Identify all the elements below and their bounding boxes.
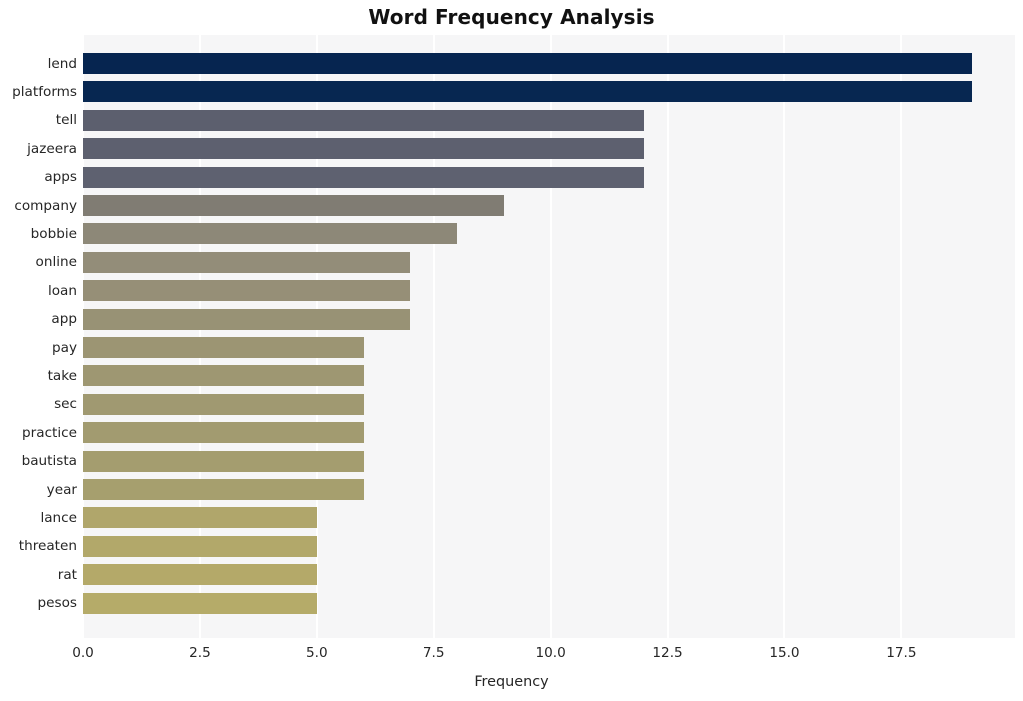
bar-row[interactable] xyxy=(83,393,364,415)
x-tick-label-17.5: 17.5 xyxy=(886,645,917,661)
bar-row[interactable] xyxy=(83,564,317,586)
y-tick-label-bautista: bautista xyxy=(21,453,77,470)
bar-tell[interactable] xyxy=(83,109,645,131)
bar-practice[interactable] xyxy=(83,422,364,444)
y-tick-label-year: year xyxy=(46,481,77,498)
bar-threaten[interactable] xyxy=(83,535,317,557)
bar-row[interactable] xyxy=(83,280,411,302)
bar-row[interactable] xyxy=(83,166,645,188)
bar-take[interactable] xyxy=(83,365,364,387)
y-axis-tick-labels: lend platforms tell jazeera apps company bobbi… xyxy=(0,35,77,638)
bar-row[interactable] xyxy=(83,138,645,160)
bar-loan[interactable] xyxy=(83,280,411,302)
bar-row[interactable] xyxy=(83,365,364,387)
bar-row[interactable] xyxy=(83,223,458,245)
y-tick-label-platforms: platforms xyxy=(12,83,77,100)
chart-figure: Word Frequency Analysis lend platforms tel… xyxy=(0,0,1023,701)
bar-row[interactable] xyxy=(83,81,972,103)
y-tick-label-rat: rat xyxy=(57,566,77,583)
bar-platforms[interactable] xyxy=(83,81,972,103)
y-tick-label-tell: tell xyxy=(55,112,77,129)
bar-row[interactable] xyxy=(83,109,645,131)
x-tick-label-12.5: 12.5 xyxy=(652,645,683,661)
bar-rat[interactable] xyxy=(83,564,317,586)
bar-bobbie[interactable] xyxy=(83,223,458,245)
bar-company[interactable] xyxy=(83,195,504,216)
x-tick-label-0.0: 0.0 xyxy=(72,645,94,661)
bar-row[interactable] xyxy=(83,535,317,557)
y-tick-label-take: take xyxy=(47,367,77,384)
bar-row[interactable] xyxy=(83,450,364,472)
plot-area xyxy=(82,35,1015,638)
x-tick-label-10.0: 10.0 xyxy=(535,645,566,661)
y-tick-label-loan: loan xyxy=(47,282,77,299)
bar-row[interactable] xyxy=(83,422,364,444)
y-tick-label-pay: pay xyxy=(51,339,77,356)
y-tick-label-lend: lend xyxy=(47,55,77,72)
y-tick-label-apps: apps xyxy=(44,169,77,186)
bar-row[interactable] xyxy=(83,195,504,216)
bar-lend[interactable] xyxy=(83,53,972,74)
bar-pesos[interactable] xyxy=(83,592,317,614)
y-tick-label-company: company xyxy=(14,197,77,214)
bar-apps[interactable] xyxy=(83,166,645,188)
x-axis-tick-labels: 0.0 2.5 5.0 7.5 10.0 12.5 15.0 17.5 xyxy=(0,645,1023,667)
y-tick-label-threaten: threaten xyxy=(18,538,77,555)
y-tick-label-app: app xyxy=(51,311,77,328)
bar-year[interactable] xyxy=(83,479,364,500)
x-tick-label-7.5: 7.5 xyxy=(422,645,445,661)
bars-layer xyxy=(83,35,1015,638)
bar-row[interactable] xyxy=(83,592,317,614)
y-tick-label-bobbie: bobbie xyxy=(30,225,77,242)
x-tick-label-2.5: 2.5 xyxy=(189,645,211,661)
bar-online[interactable] xyxy=(83,251,411,273)
bar-row[interactable] xyxy=(83,53,972,74)
page-title: Word Frequency Analysis xyxy=(368,5,655,29)
y-tick-label-sec: sec xyxy=(54,396,77,413)
bar-pay[interactable] xyxy=(83,337,364,358)
x-tick-label-5.0: 5.0 xyxy=(306,645,328,661)
bar-bautista[interactable] xyxy=(83,450,364,472)
bar-row[interactable] xyxy=(83,251,411,273)
bar-jazeera[interactable] xyxy=(83,138,645,160)
x-axis-title: Frequency xyxy=(474,674,549,690)
y-tick-label-lance: lance xyxy=(40,509,77,526)
y-tick-label-online: online xyxy=(35,254,77,271)
bar-row[interactable] xyxy=(83,479,364,500)
bar-sec[interactable] xyxy=(83,393,364,415)
bar-row[interactable] xyxy=(83,308,411,330)
bar-app[interactable] xyxy=(83,308,411,330)
bar-lance[interactable] xyxy=(83,507,317,529)
bar-row[interactable] xyxy=(83,337,364,358)
bar-row[interactable] xyxy=(83,507,317,529)
x-tick-label-15.0: 15.0 xyxy=(769,645,800,661)
y-tick-label-pesos: pesos xyxy=(37,595,77,612)
y-tick-label-jazeera: jazeera xyxy=(27,140,77,157)
y-tick-label-practice: practice xyxy=(22,424,77,441)
